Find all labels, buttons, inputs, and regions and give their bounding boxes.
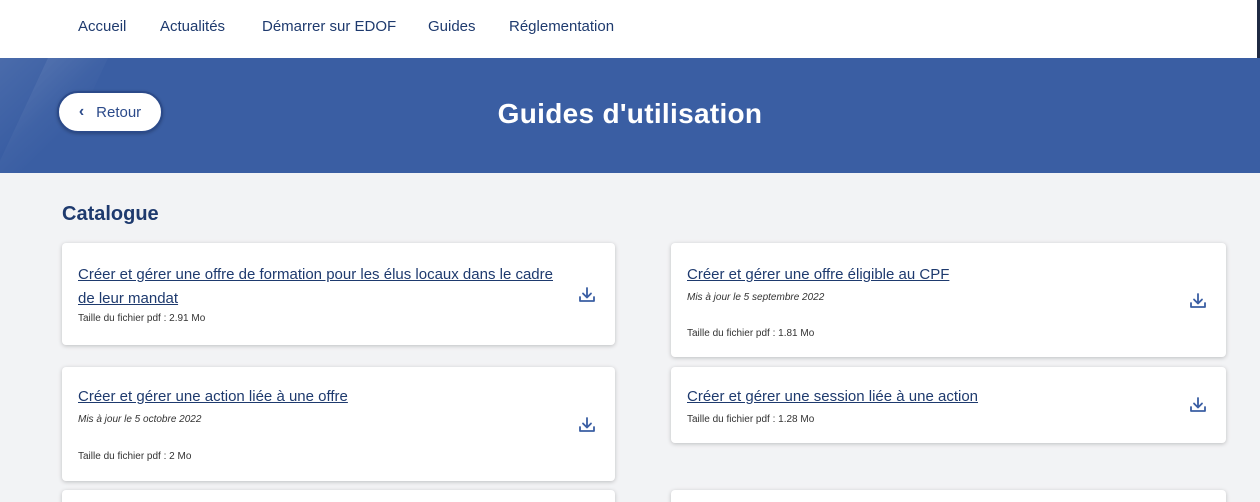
nav-item-demarrer-edof[interactable]: Démarrer sur EDOF xyxy=(262,18,396,35)
guide-card-partial xyxy=(62,490,615,502)
file-size: Taille du fichier pdf : 2.91 Mo xyxy=(78,313,206,324)
page-banner: ‹ Retour Guides d'utilisation xyxy=(0,58,1260,173)
nav-item-actualites[interactable]: Actualités xyxy=(160,18,225,35)
guide-card: Créer et gérer une offre de formation po… xyxy=(62,243,615,345)
guide-link[interactable]: Créer et gérer une session liée à une ac… xyxy=(687,385,1167,409)
download-icon[interactable] xyxy=(1188,395,1208,415)
top-navigation: Accueil Actualités Démarrer sur EDOF Gui… xyxy=(0,0,1260,58)
download-icon[interactable] xyxy=(1188,291,1208,311)
file-size: Taille du fichier pdf : 1.81 Mo xyxy=(687,328,815,339)
guide-card-partial xyxy=(671,490,1226,502)
download-icon[interactable] xyxy=(577,285,597,305)
page-title: Guides d'utilisation xyxy=(497,98,763,129)
guide-card: Créer et gérer une action liée à une off… xyxy=(62,367,615,481)
section-title: Catalogue xyxy=(62,203,159,225)
guide-link[interactable]: Créer et gérer une offre éligible au CPF xyxy=(687,263,1167,287)
file-size: Taille du fichier pdf : 1.28 Mo xyxy=(687,414,815,425)
guide-link[interactable]: Créer et gérer une offre de formation po… xyxy=(78,263,568,311)
guide-card: Créer et gérer une offre éligible au CPF… xyxy=(671,243,1226,357)
nav-item-reglementation[interactable]: Réglementation xyxy=(509,18,614,35)
file-size: Taille du fichier pdf : 2 Mo xyxy=(78,451,192,462)
download-icon[interactable] xyxy=(577,415,597,435)
update-date: Mis à jour le 5 septembre 2022 xyxy=(687,292,825,303)
update-date: Mis à jour le 5 octobre 2022 xyxy=(78,414,202,425)
nav-item-accueil[interactable]: Accueil xyxy=(78,18,126,35)
nav-item-guides[interactable]: Guides xyxy=(428,18,476,35)
guide-card: Créer et gérer une session liée à une ac… xyxy=(671,367,1226,443)
guide-link[interactable]: Créer et gérer une action liée à une off… xyxy=(78,385,558,409)
